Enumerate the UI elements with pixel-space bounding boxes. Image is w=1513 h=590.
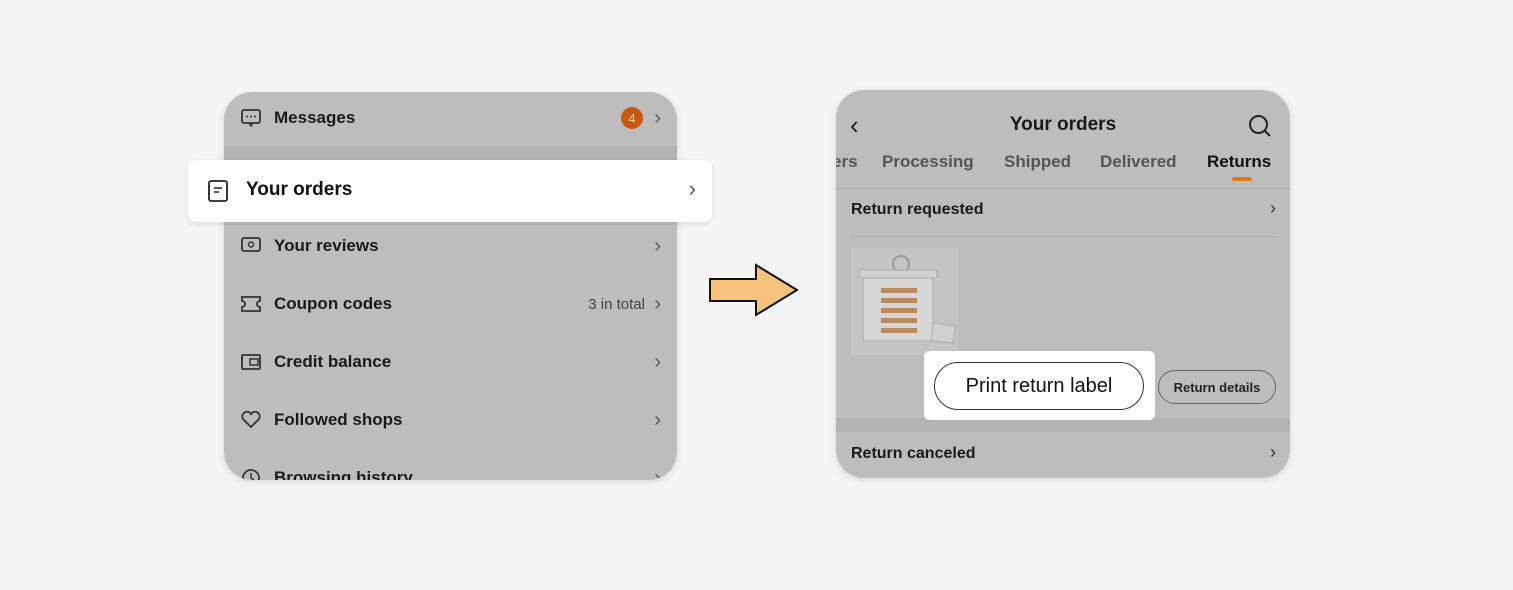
heart-icon bbox=[240, 409, 262, 431]
menu-item-browsing-history[interactable]: Browsing history › bbox=[224, 458, 677, 480]
chevron-right-icon: › bbox=[654, 106, 661, 129]
print-label-highlight: Print return label bbox=[924, 351, 1155, 420]
tab-shipped[interactable]: Shipped bbox=[1004, 152, 1071, 172]
chevron-right-icon: › bbox=[654, 292, 661, 315]
account-menu-panel: Messages 4 › Your reviews › Coupon codes… bbox=[224, 92, 677, 480]
wallet-icon bbox=[240, 351, 262, 373]
coupon-count: 3 in total bbox=[588, 295, 645, 313]
coupon-icon bbox=[240, 293, 262, 315]
menu-item-credit-balance[interactable]: Credit balance › bbox=[224, 342, 677, 382]
section-return-canceled[interactable]: Return canceled bbox=[851, 445, 975, 463]
menu-item-label: Messages bbox=[274, 108, 356, 127]
product-thumbnail[interactable] bbox=[851, 248, 958, 355]
chevron-right-icon: › bbox=[654, 350, 661, 373]
page-title: Your orders bbox=[1009, 114, 1117, 135]
divider bbox=[224, 146, 677, 160]
menu-item-label: Your reviews bbox=[274, 236, 379, 255]
arrow-right-icon bbox=[709, 263, 799, 317]
message-icon bbox=[240, 107, 262, 129]
review-icon bbox=[240, 235, 262, 257]
menu-item-label: Credit balance bbox=[274, 352, 392, 371]
section-return-requested[interactable]: Return requested bbox=[851, 201, 983, 219]
divider bbox=[836, 418, 1290, 432]
clock-icon bbox=[240, 467, 262, 480]
chevron-right-icon: › bbox=[654, 466, 661, 481]
unread-badge: 4 bbox=[621, 107, 643, 129]
tab-delivered[interactable]: Delivered bbox=[1100, 152, 1177, 172]
menu-item-label: Followed shops bbox=[274, 410, 403, 429]
print-return-label-button[interactable]: Print return label bbox=[934, 362, 1144, 410]
menu-item-messages[interactable]: Messages 4 › bbox=[224, 98, 677, 138]
product-image bbox=[858, 255, 957, 344]
chevron-right-icon[interactable]: › bbox=[1270, 198, 1276, 219]
divider bbox=[836, 188, 1290, 189]
menu-item-your-orders-highlighted[interactable]: Your orders › bbox=[188, 160, 712, 222]
orders-icon bbox=[208, 180, 228, 207]
menu-item-label: Coupon codes bbox=[274, 294, 393, 313]
active-tab-indicator bbox=[1232, 177, 1252, 181]
divider bbox=[850, 236, 1276, 237]
chevron-right-icon: › bbox=[688, 176, 696, 201]
menu-item-followed-shops[interactable]: Followed shops › bbox=[224, 400, 677, 440]
tab-returns[interactable]: Returns bbox=[1207, 152, 1271, 172]
search-icon[interactable] bbox=[1248, 114, 1272, 138]
chevron-right-icon: › bbox=[654, 234, 661, 257]
chevron-right-icon: › bbox=[654, 408, 661, 431]
menu-item-label: Browsing history bbox=[274, 468, 413, 480]
tab-processing[interactable]: Processing bbox=[882, 152, 974, 172]
menu-item-label: Your orders bbox=[246, 179, 353, 200]
tab-orders[interactable]: ers bbox=[836, 152, 858, 172]
menu-item-your-reviews[interactable]: Your reviews › bbox=[224, 226, 677, 266]
menu-item-coupon-codes[interactable]: Coupon codes 3 in total › bbox=[224, 284, 677, 324]
chevron-right-icon[interactable]: › bbox=[1270, 442, 1276, 463]
return-details-button[interactable]: Return details bbox=[1158, 370, 1276, 404]
